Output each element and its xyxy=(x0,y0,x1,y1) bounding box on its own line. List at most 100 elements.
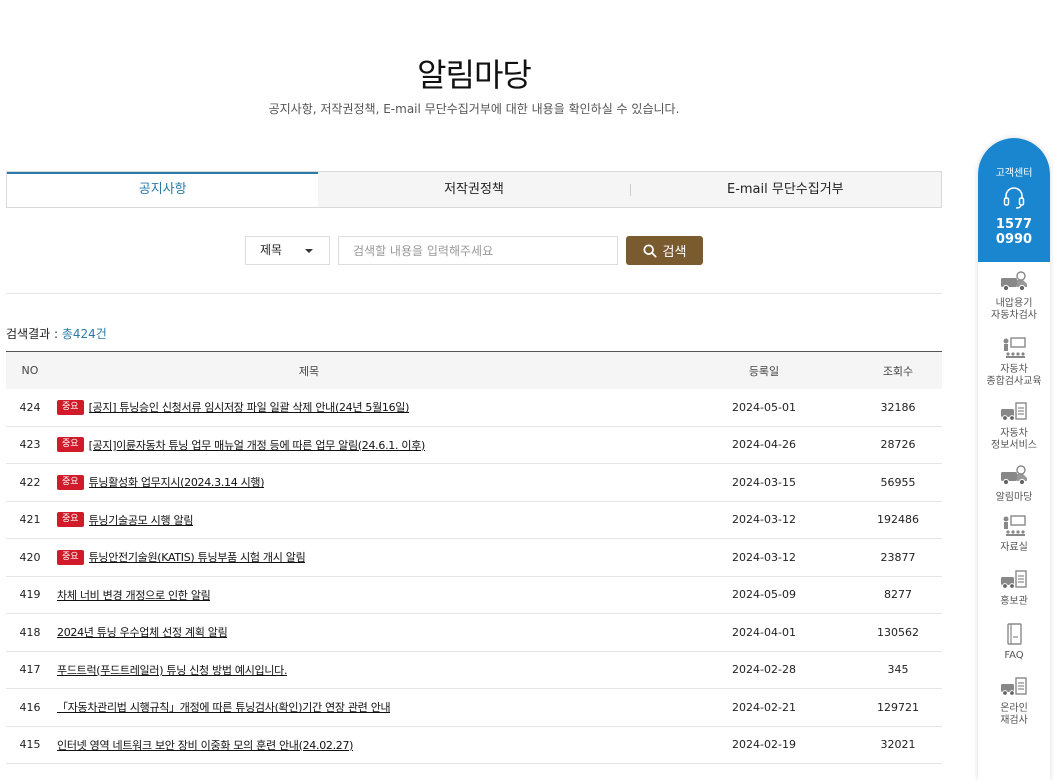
important-badge: 중요 xyxy=(57,474,84,490)
table-row[interactable]: 421 중요 튜닝기술공모 시행 알림 2024-03-12 192486 xyxy=(6,502,942,539)
row-date: 2024-02-19 xyxy=(732,738,796,752)
customer-center[interactable]: 고객센터 1577 0990 xyxy=(978,138,1050,262)
row-number: 422 xyxy=(19,475,41,489)
tab-copyright-policy-label: 저작권정책 xyxy=(444,182,504,197)
quick-menu-item[interactable]: 홍보관 xyxy=(978,568,1050,608)
quick-menu-item[interactable]: 온라인 재검사 xyxy=(978,675,1050,727)
notebook-icon xyxy=(1007,623,1022,645)
table-row[interactable]: 420 중요 튜닝안전기술원(KATIS) 튜닝부품 시험 개시 알림 2024-03… xyxy=(6,539,942,577)
table-row[interactable]: 422 중요 튜닝활성화 업무지시(2024.3.14 시행) 2024-03-15 5… xyxy=(6,464,942,502)
table-header: NO 제목 등록일 조회수 xyxy=(6,352,942,389)
quick-menu-label-2: 재검사 xyxy=(1000,715,1028,726)
row-date: 2024-03-12 xyxy=(732,513,796,527)
row-views: 56955 xyxy=(880,475,916,489)
quick-menu-item[interactable]: 자동차 정보서비스 xyxy=(978,400,1050,452)
row-date: 2024-03-12 xyxy=(732,550,796,564)
row-views: 32021 xyxy=(880,738,916,752)
row-views: 28726 xyxy=(880,438,916,452)
tab-email-refusal-label: E-mail 무단수집거부 xyxy=(726,182,844,197)
quick-menu-sidebar: 고객센터 1577 0990 내압용기 자동차검사 자동차 종합검사교육 자동차 정보서비… xyxy=(978,138,1050,780)
notice-title-link[interactable]: 2024년 튜닝 우수업체 선정 계획 알림 xyxy=(57,624,227,640)
quick-menu-label-1: 홍보관 xyxy=(1000,596,1028,607)
result-count: 검색결과 : 총424건 xyxy=(6,325,107,342)
search-button-label: 검색 xyxy=(662,245,687,260)
table-row[interactable]: 423 중요 [공지]이륜자동차 튜닝 업무 매뉴얼 개정 등에 따른 업무 알림(… xyxy=(6,427,942,464)
quick-menu-item[interactable]: 내압용기 자동차검사 xyxy=(978,270,1050,322)
notice-title-link[interactable]: 튜닝안전기술원(KATIS) 튜닝부품 시험 개시 알림 xyxy=(89,549,306,565)
row-date: 2024-03-15 xyxy=(732,475,796,489)
notice-title-link[interactable]: 「자동차관리법 시행규칙」개정에 따른 튜닝검사(확인)기간 연장 관련 안내 xyxy=(57,699,390,715)
column-header-title: 제목 xyxy=(298,364,320,378)
table-row[interactable]: 417 푸드트럭(푸드트레일러) 튜닝 신청 방법 예시입니다. 2024-02-2… xyxy=(6,652,942,689)
row-date: 2024-04-01 xyxy=(732,625,796,639)
search-bar: 제목 검색 xyxy=(245,236,703,265)
tab-bar: 공지사항 저작권정책 E-mail 무단수집거부 xyxy=(6,171,942,208)
row-title-cell: 중요 [공지]이륜자동차 튜닝 업무 매뉴얼 개정 등에 따른 업무 알림(24.… xyxy=(54,437,614,453)
quick-menu-label-2: 종합검사교육 xyxy=(986,376,1042,387)
notice-title-link[interactable]: [공지] 튜닝승인 신청서류 임시저장 파일 일괄 삭제 안내(24년 5월16… xyxy=(89,399,410,415)
divider xyxy=(6,293,942,294)
customer-center-label: 고객센터 xyxy=(995,168,1033,179)
quick-menu-label-1: 자료실 xyxy=(1000,542,1028,553)
classroom-icon xyxy=(1003,515,1026,536)
quick-menu-item[interactable]: 알림마당 xyxy=(978,464,1050,504)
row-views: 129721 xyxy=(877,700,919,714)
quick-menu-label-1: 온라인 xyxy=(1000,703,1028,714)
result-count-prefix: 검색결과 : xyxy=(6,327,62,341)
quick-menu-item[interactable]: FAQ xyxy=(978,622,1050,662)
row-title-cell: 2024년 튜닝 우수업체 선정 계획 알림 xyxy=(54,624,614,640)
tab-email-refusal[interactable]: E-mail 무단수집거부 xyxy=(629,172,941,207)
truck-document-icon xyxy=(1001,402,1027,421)
notice-title-link[interactable]: 튜닝기술공모 시행 알림 xyxy=(89,512,194,528)
row-views: 32186 xyxy=(880,400,916,414)
notice-title-link[interactable]: 튜닝활성화 업무지시(2024.3.14 시행) xyxy=(89,474,265,490)
table-row[interactable]: 418 2024년 튜닝 우수업체 선정 계획 알림 2024-04-01 13056… xyxy=(6,614,942,652)
tab-copyright-policy[interactable]: 저작권정책 xyxy=(318,172,629,207)
row-date: 2024-02-28 xyxy=(732,663,796,677)
search-button[interactable]: 검색 xyxy=(626,236,703,265)
phone-line-2: 0990 xyxy=(995,232,1033,247)
table-row[interactable]: 416 「자동차관리법 시행규칙」개정에 따른 튜닝검사(확인)기간 연장 관련 … xyxy=(6,689,942,727)
row-date: 2024-05-09 xyxy=(732,588,796,602)
tab-separator xyxy=(629,184,631,196)
table-row[interactable]: 424 중요 [공지] 튜닝승인 신청서류 임시저장 파일 일괄 삭제 안내(24년… xyxy=(6,389,942,427)
notice-title-link[interactable]: 인터넷 영역 네트워크 보안 장비 이중화 모의 훈련 안내(24.02.27) xyxy=(57,737,353,753)
quick-menu-item[interactable]: 자동차 종합검사교육 xyxy=(978,336,1050,388)
notice-title-link[interactable]: 차체 너비 변경 개정으로 인한 알림 xyxy=(57,587,210,603)
search-field-select-value: 제목 xyxy=(260,243,283,257)
tab-notice[interactable]: 공지사항 xyxy=(7,172,319,207)
truck-document-icon xyxy=(1001,570,1027,589)
table-row[interactable]: 415 인터넷 영역 네트워크 보안 장비 이중화 모의 훈련 안내(24.02.… xyxy=(6,727,942,764)
notice-title-link[interactable]: [공지]이륜자동차 튜닝 업무 매뉴얼 개정 등에 따른 업무 알림(24.6.… xyxy=(89,437,425,453)
row-views: 192486 xyxy=(877,513,919,527)
search-input[interactable] xyxy=(338,236,618,265)
row-title-cell: 중요 튜닝기술공모 시행 알림 xyxy=(54,512,614,528)
caret-down-icon xyxy=(305,249,313,253)
row-number: 415 xyxy=(19,738,41,752)
quick-menu-label-1: 자동차 xyxy=(1000,428,1028,439)
quick-menu-label-1: 내압용기 xyxy=(995,298,1033,309)
row-number: 416 xyxy=(19,700,41,714)
quick-menu-label-2: 자동차검사 xyxy=(991,310,1037,321)
row-title-cell: 중요 튜닝활성화 업무지시(2024.3.14 시행) xyxy=(54,474,614,490)
row-number: 419 xyxy=(19,588,41,602)
important-badge: 중요 xyxy=(57,399,84,415)
row-number: 424 xyxy=(19,400,41,414)
quick-menu-label-2: 정보서비스 xyxy=(991,440,1037,451)
row-title-cell: 차체 너비 변경 개정으로 인한 알림 xyxy=(54,587,614,603)
quick-menu-label-1: 알림마당 xyxy=(995,492,1033,503)
column-header-no: NO xyxy=(21,364,39,377)
row-number: 421 xyxy=(19,513,41,527)
search-icon xyxy=(642,243,657,258)
table-row[interactable]: 419 차체 너비 변경 개정으로 인한 알림 2024-05-09 8277 xyxy=(6,577,942,614)
row-title-cell: 「자동차관리법 시행규칙」개정에 따른 튜닝검사(확인)기간 연장 관련 안내 xyxy=(54,699,614,715)
row-title-cell: 중요 튜닝안전기술원(KATIS) 튜닝부품 시험 개시 알림 xyxy=(54,549,614,565)
notice-table: NO 제목 등록일 조회수 424 중요 [공지] 튜닝승인 신청서류 임시저장 파… xyxy=(6,351,942,764)
row-title-cell: 푸드트럭(푸드트레일러) 튜닝 신청 방법 예시입니다. xyxy=(54,662,614,678)
page-title: 알림마당 xyxy=(417,56,532,94)
notice-title-link[interactable]: 푸드트럭(푸드트레일러) 튜닝 신청 방법 예시입니다. xyxy=(57,662,287,678)
quick-menu-label-1: 자동차 xyxy=(1000,364,1028,375)
row-views: 130562 xyxy=(877,625,919,639)
search-field-select[interactable]: 제목 xyxy=(245,236,330,265)
quick-menu-item[interactable]: 자료실 xyxy=(978,514,1050,554)
